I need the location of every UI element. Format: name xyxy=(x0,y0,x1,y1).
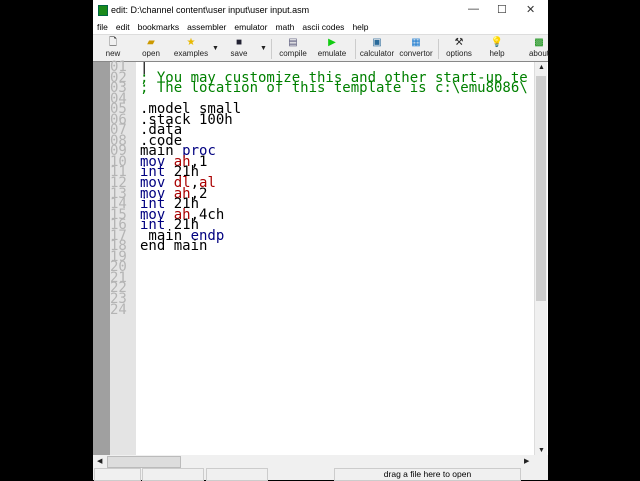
open-button[interactable]: ▰ open xyxy=(139,37,163,58)
new-file-icon: 🗋 xyxy=(108,37,118,48)
window-title: edit: D:\channel content\user input\user… xyxy=(111,5,310,15)
menu-file[interactable]: file xyxy=(97,22,108,32)
play-icon: ▶ xyxy=(328,37,336,48)
convertor-icon: ▦ xyxy=(411,37,421,48)
code-token: end main xyxy=(140,238,208,252)
tools-icon: ⚒ xyxy=(454,37,464,48)
examples-dropdown-icon[interactable]: ▼ xyxy=(212,45,219,52)
code-line[interactable]: ; The location of this template is c:\em… xyxy=(140,80,535,97)
scroll-up-icon[interactable]: ▲ xyxy=(538,64,545,71)
minimize-button[interactable]: — xyxy=(468,3,479,15)
new-button[interactable]: 🗋 new xyxy=(103,37,123,58)
menu-emulator[interactable]: emulator xyxy=(234,22,267,32)
line-numbers: 01 02 03 04 05 06 07 08 09 10 11 12 13 1… xyxy=(110,59,127,318)
save-dropdown-icon[interactable]: ▼ xyxy=(260,45,267,52)
menu-bar: file edit bookmarks assembler emulator m… xyxy=(93,20,548,34)
star-icon: ★ xyxy=(186,37,196,48)
close-button[interactable]: ✕ xyxy=(526,3,535,16)
help-button[interactable]: 💡 help xyxy=(487,37,507,58)
status-panel xyxy=(94,468,141,481)
folder-icon: ▰ xyxy=(147,37,155,48)
status-panel xyxy=(142,468,204,481)
separator xyxy=(271,39,272,59)
compile-button[interactable]: ▤ compile xyxy=(277,37,309,58)
code-line[interactable]: mov ah,4ch xyxy=(140,208,535,222)
menu-edit[interactable]: edit xyxy=(116,22,130,32)
horizontal-scrollbar[interactable]: ◀ ▶ xyxy=(93,455,548,468)
code-editor[interactable]: 01 02 03 04 05 06 07 08 09 10 11 12 13 1… xyxy=(93,59,548,456)
separator xyxy=(355,39,356,59)
compile-icon: ▤ xyxy=(288,37,298,48)
status-hint: drag a file here to open xyxy=(334,468,521,481)
code-text[interactable]: |; You may customize this and other star… xyxy=(140,62,535,252)
menu-assembler[interactable]: assembler xyxy=(187,22,226,32)
code-line[interactable]: end main xyxy=(140,238,535,252)
editor-window: edit: D:\channel content\user input\user… xyxy=(93,0,551,481)
examples-button[interactable]: ★ examples xyxy=(171,37,211,58)
calculator-button[interactable]: ▣ calculator xyxy=(357,37,397,58)
convertor-button[interactable]: ▦ convertor xyxy=(397,37,435,58)
toolbar: 🗋 new ▰ open ★ examples ▼ ■ save ▼ ▤ compile … xyxy=(93,34,551,62)
menu-bookmarks[interactable]: bookmarks xyxy=(138,22,180,32)
separator xyxy=(438,39,439,59)
vertical-scrollbar[interactable]: ▲ ▼ xyxy=(534,62,547,456)
code-token: ; The location of this template is c:\em… xyxy=(140,80,528,97)
status-bar: drag a file here to open xyxy=(93,467,548,481)
floppy-icon: ■ xyxy=(235,37,243,48)
bookmark-gutter xyxy=(93,62,110,456)
chip-icon: ▩ xyxy=(534,37,544,48)
code-line[interactable]: mov ah,1 xyxy=(140,155,535,169)
scroll-down-icon[interactable]: ▼ xyxy=(538,447,545,454)
save-button[interactable]: ■ save xyxy=(229,37,249,58)
emulate-button[interactable]: ▶ emulate xyxy=(315,37,349,58)
app-icon xyxy=(98,5,108,16)
maximize-button[interactable]: ☐ xyxy=(497,3,507,16)
menu-ascii-codes[interactable]: ascii codes xyxy=(302,22,344,32)
calculator-icon: ▣ xyxy=(372,37,382,48)
vertical-scroll-thumb[interactable] xyxy=(536,76,546,301)
title-bar: edit: D:\channel content\user input\user… xyxy=(93,0,548,20)
code-line[interactable]: mov ah,2 xyxy=(140,187,535,201)
menu-math[interactable]: math xyxy=(275,22,294,32)
options-button[interactable]: ⚒ options xyxy=(444,37,474,58)
status-panel xyxy=(206,468,268,481)
scroll-right-icon[interactable]: ▶ xyxy=(524,457,529,465)
menu-help[interactable]: help xyxy=(352,22,368,32)
scroll-left-icon[interactable]: ◀ xyxy=(97,457,102,465)
about-button[interactable]: ▩ about xyxy=(527,37,551,58)
code-line[interactable]: .stack 100h xyxy=(140,113,535,127)
lightbulb-icon: 💡 xyxy=(490,37,504,48)
